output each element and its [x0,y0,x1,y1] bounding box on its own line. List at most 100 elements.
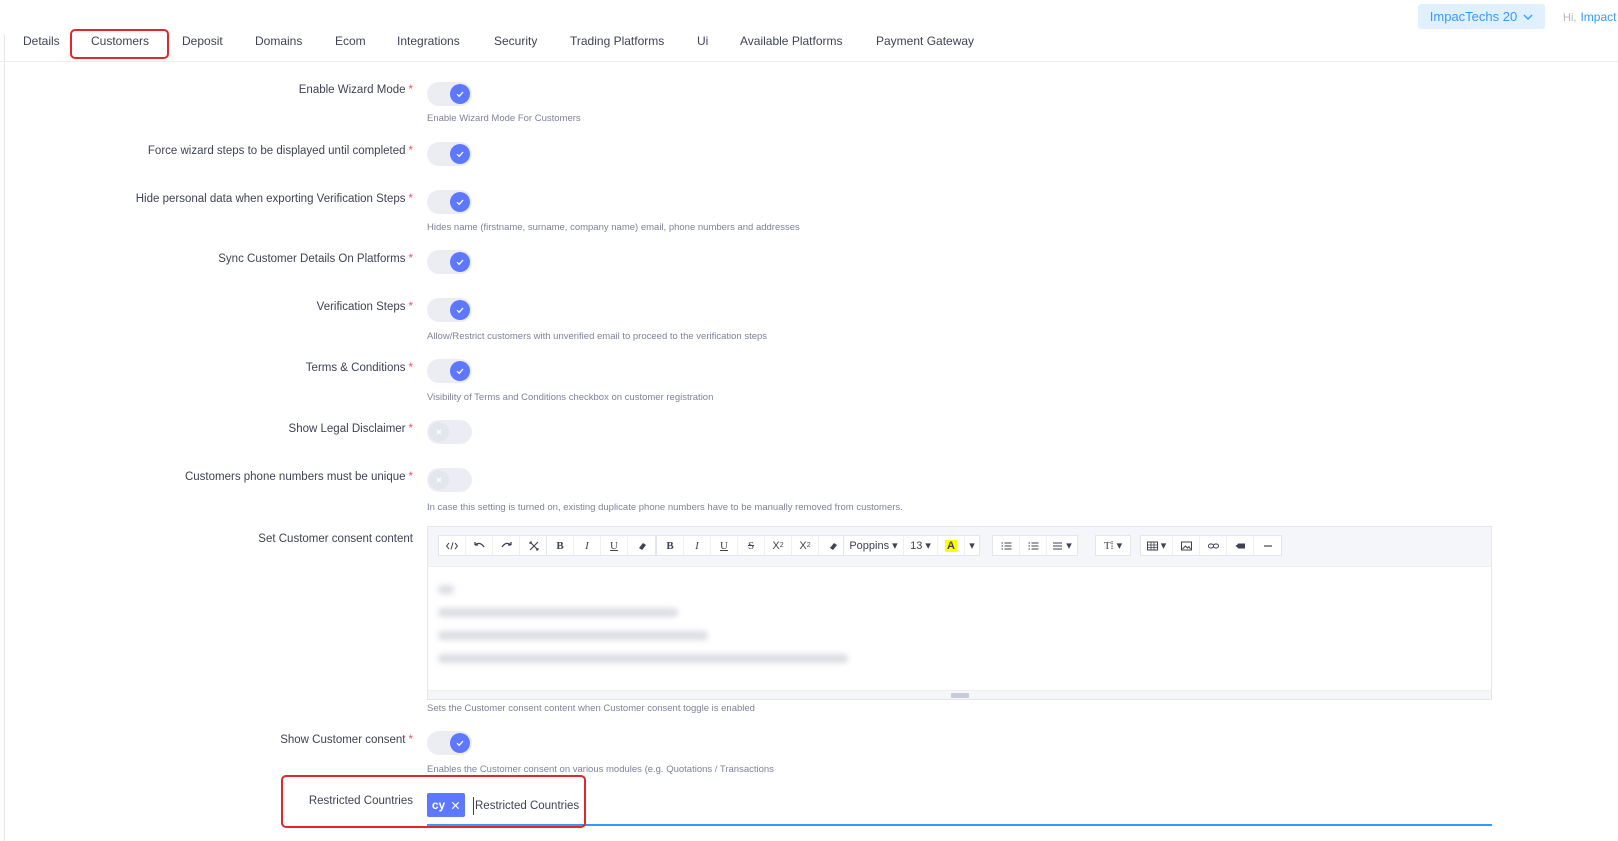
terms-label: Terms & Conditions * [305,362,413,374]
user-name: Impact [1580,10,1617,24]
tab-available-platforms[interactable]: Available Platforms [740,34,843,48]
left-border [4,34,5,841]
legal-toggle[interactable] [427,420,472,444]
list-ul-icon [1001,541,1011,550]
restricted-countries-highlight [281,775,586,828]
show-consent-label: Show Customer consent * [280,734,413,746]
check-icon [456,151,464,158]
eraser-icon [829,542,837,550]
color-dropdown-caret[interactable]: ▾ [965,536,979,555]
underline-button-2[interactable]: U [711,536,738,555]
tab-domains[interactable]: Domains [255,34,302,48]
unordered-list-button[interactable] [993,536,1020,555]
subscript-button[interactable]: X2 [792,536,819,555]
tab-integrations[interactable]: Integrations [397,34,460,48]
code-icon [446,541,458,550]
toolbar-group-style: T ⁞ ▾ [1095,535,1131,556]
underline-button[interactable]: U [601,536,628,555]
tab-ui[interactable]: Ui [697,34,708,48]
highlight-icon: A [945,539,957,552]
insert-video-button[interactable] [1227,536,1254,555]
eraser-button[interactable] [628,536,655,555]
tab-payment-gateway[interactable]: Payment Gateway [876,34,974,48]
font-family-dropdown[interactable]: Poppins ▾ [844,536,904,555]
insert-image-button[interactable] [1173,536,1200,555]
hide-personal-label: Hide personal data when exporting Verifi… [135,193,413,205]
insert-link-button[interactable] [1200,536,1227,555]
redo-button[interactable] [493,536,520,555]
verification-toggle[interactable] [427,298,472,322]
check-icon [456,740,464,747]
redo-icon [500,541,512,547]
paragraph-align-dropdown[interactable]: ▾ [1047,536,1077,555]
check-icon [456,199,464,206]
image-icon [1180,541,1192,550]
check-icon [456,307,464,314]
restricted-countries-underline [427,824,1492,826]
align-icon [1053,541,1063,550]
eraser-icon [638,542,646,550]
toolbar-group-misc [438,535,548,556]
italic-button-2[interactable]: I [684,536,711,555]
tab-trading-platforms[interactable]: Trading Platforms [570,34,664,48]
check-icon [456,91,464,98]
terms-help: Visibility of Terms and Conditions check… [427,392,714,403]
tab-deposit[interactable]: Deposit [182,34,223,48]
toolbar-group-font: Poppins ▾ 13 ▾ A ▾ [843,535,980,556]
superscript-label: X [772,539,780,552]
bold-button[interactable]: B [547,536,574,555]
bold-button-2[interactable]: B [657,536,684,555]
ordered-list-button[interactable] [1020,536,1047,555]
force-wizard-toggle[interactable] [427,142,472,166]
strikethrough-button[interactable]: S [738,536,765,555]
force-wizard-label: Force wizard steps to be displayed until… [147,145,413,157]
toolbar-group-insert: ▾ [1140,535,1282,556]
sync-label: Sync Customer Details On Platforms * [218,253,413,265]
consent-content-editor: B I U B I U S X2 X2 Poppins ▾ 13 ▾ A ▾ ▾… [427,526,1492,700]
show-consent-help: Enables the Customer consent on various … [427,764,774,775]
customers-tab-highlight [70,29,169,59]
company-name: ImpacTechs 20 [1429,9,1518,24]
show-consent-toggle[interactable] [427,731,472,755]
user-greeting[interactable]: Hi, Impact [1563,10,1616,24]
chevron-down-icon [1523,14,1533,20]
terms-toggle[interactable] [427,359,472,383]
x-icon [436,477,442,483]
undo-icon [473,541,485,547]
fullscreen-button[interactable] [520,536,547,555]
greeting-hi: Hi, [1563,12,1577,24]
tab-security[interactable]: Security [494,34,537,48]
expand-icon [528,540,539,551]
tab-ecom[interactable]: Ecom [335,34,366,48]
verification-help: Allow/Restrict customers with unverified… [427,331,768,342]
link-icon [1207,543,1219,548]
verification-label: Verification Steps * [316,301,413,313]
toolbar-group-style1: B I U [546,535,656,556]
superscript-button[interactable]: X2 [765,536,792,555]
table-dropdown[interactable]: ▾ [1141,536,1173,555]
wizard-help: Enable Wizard Mode For Customers [427,113,581,124]
company-selector[interactable]: ImpacTechs 20 [1418,4,1545,29]
font-size-dropdown[interactable]: 13 ▾ [904,536,938,555]
wizard-label: Enable Wizard Mode * [298,84,413,96]
table-icon [1146,541,1158,550]
list-ol-icon [1028,541,1038,550]
tab-details[interactable]: Details [23,34,60,48]
sync-toggle[interactable] [427,250,472,274]
eraser-button-2[interactable] [819,536,846,555]
undo-button[interactable] [466,536,493,555]
code-view-button[interactable] [439,536,466,555]
x-icon [436,429,442,435]
editor-resize-handle[interactable] [428,690,1491,699]
horizontal-rule-button[interactable] [1254,536,1281,555]
wizard-toggle[interactable] [427,82,472,106]
text-style-dropdown[interactable]: T ⁞ ▾ [1096,536,1130,555]
check-icon [456,259,464,266]
toolbar-group-lists: ▾ [992,535,1078,556]
hide-personal-toggle[interactable] [427,190,472,214]
settings-tabs: Details Customers Deposit Domains Ecom I… [0,32,1618,62]
phone-unique-toggle[interactable] [427,468,472,492]
editor-content-area[interactable] [428,567,1491,689]
text-color-button[interactable]: A [938,536,965,555]
italic-button[interactable]: I [574,536,601,555]
